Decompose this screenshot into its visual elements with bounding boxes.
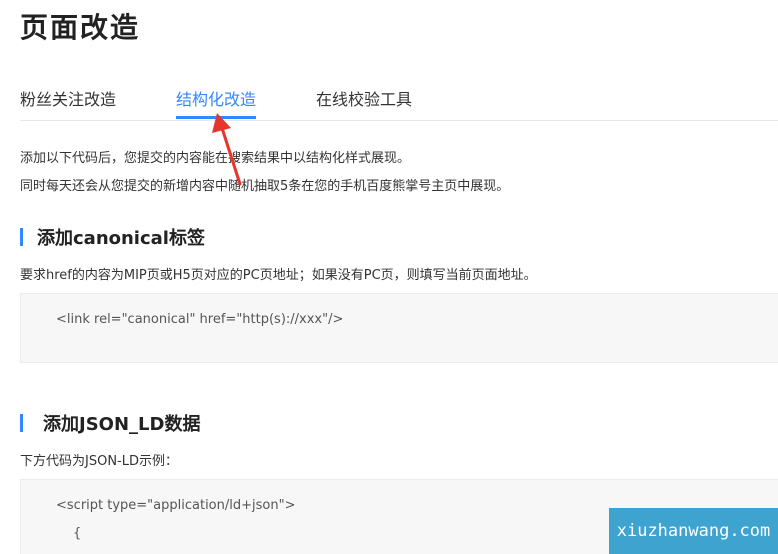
section-desc-jsonld: 下方代码为JSON-LD示例： [20, 454, 178, 469]
code-line: { [73, 526, 82, 541]
section-title-canonical: 添加canonical标签 [37, 228, 205, 249]
code-line: <script type="application/ld+json"> [56, 498, 296, 513]
section-heading-canonical: 添加canonical标签 [20, 227, 205, 249]
active-tab-indicator [176, 116, 256, 119]
code-block-canonical: <link rel="canonical" href="http(s)://xx… [20, 293, 778, 363]
page-title: 页面改造 [20, 11, 141, 44]
tab-online-validator[interactable]: 在线校验工具 [316, 86, 412, 110]
section-marker [20, 414, 23, 432]
tab-structured[interactable]: 结构化改造 [176, 86, 256, 110]
page: 页面改造 粉丝关注改造 结构化改造 在线校验工具 添加以下代码后，您提交的内容能… [0, 0, 778, 554]
intro-line-2: 同时每天还会从您提交的新增内容中随机抽取5条在您的手机百度熊掌号主页中展现。 [20, 179, 510, 194]
section-marker [20, 228, 23, 246]
tab-bar: 粉丝关注改造 结构化改造 在线校验工具 [20, 70, 778, 121]
section-title-jsonld: 添加JSON_LD数据 [43, 414, 201, 435]
tab-fans-follow[interactable]: 粉丝关注改造 [20, 86, 116, 110]
intro-line-1: 添加以下代码后，您提交的内容能在搜索结果中以结构化样式展现。 [20, 151, 411, 166]
code-line: <link rel="canonical" href="http(s)://xx… [56, 312, 344, 327]
section-desc-canonical: 要求href的内容为MIP页或H5页对应的PC页地址；如果没有PC页，则填写当前… [20, 268, 537, 283]
watermark: xiuzhanwang.com [609, 508, 778, 554]
section-heading-jsonld: 添加JSON_LD数据 [20, 413, 201, 435]
